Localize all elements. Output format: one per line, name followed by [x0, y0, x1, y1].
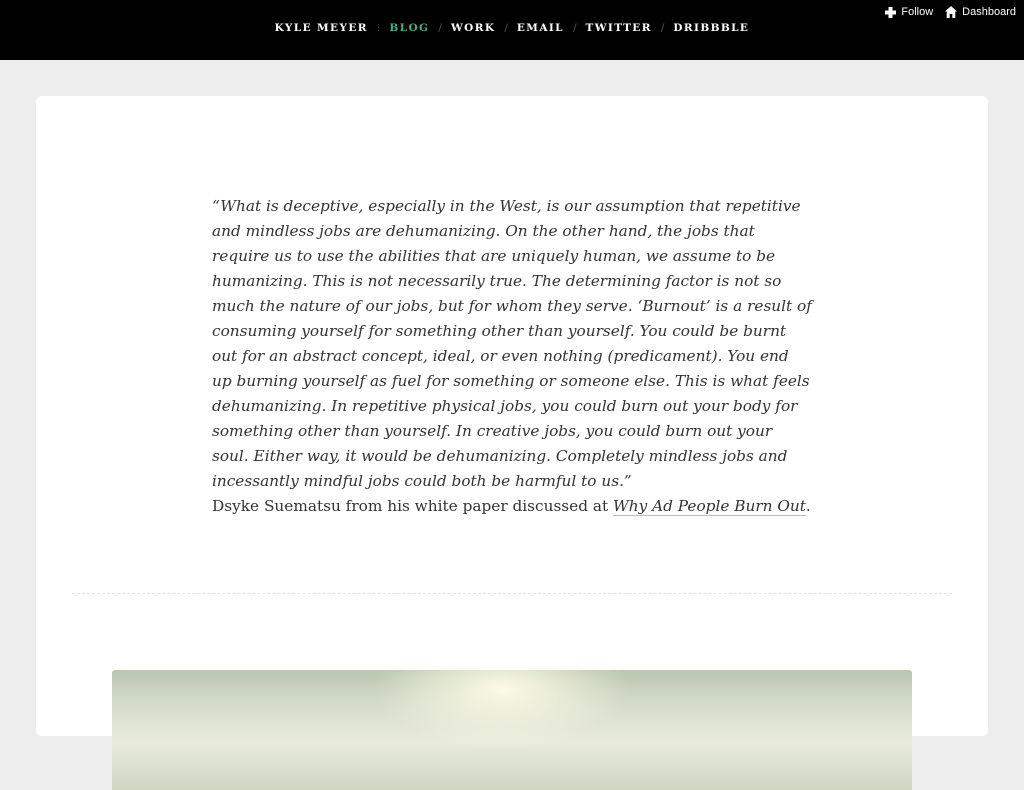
follow-label: Follow: [901, 6, 934, 18]
nav-separator: /: [572, 22, 577, 34]
nav-separator: /: [438, 22, 442, 34]
source-link[interactable]: Why Ad People Burn Out: [613, 497, 806, 516]
nav-separator: /: [504, 22, 508, 34]
photo-light: [372, 670, 632, 750]
source-suffix: .: [805, 497, 811, 515]
dashboard-label: Dashboard: [962, 6, 1016, 18]
top-bar: Kyle Meyer: Blog / Work / Email / Twitter / Dribb…: [0, 0, 1024, 60]
main-nav: Kyle Meyer: Blog / Work / Email / Twitter / Dribb…: [0, 22, 1024, 34]
nav-separator: /: [660, 22, 665, 34]
home-icon: [945, 6, 958, 18]
source-prefix: Dsyke Suematsu from his white paper disc…: [212, 497, 613, 515]
nav-separator: :: [376, 22, 381, 34]
nav-work-link[interactable]: Work: [451, 22, 495, 34]
tumblr-controls: Follow Dashboard: [885, 6, 1016, 18]
post-quote: “What is deceptive, especially in the We…: [212, 197, 812, 490]
nav-email-link[interactable]: Email: [517, 22, 564, 34]
nav-blog-link[interactable]: Blog: [389, 22, 429, 34]
nav-home-link[interactable]: Kyle Meyer: [275, 22, 368, 34]
post-card: “What is deceptive, especially in the We…: [36, 96, 988, 790]
dashboard-button[interactable]: Dashboard: [945, 6, 1016, 18]
post-divider: [72, 593, 952, 594]
nav-dribbble-link[interactable]: Dribbble: [673, 22, 749, 34]
post-photo[interactable]: [112, 670, 912, 790]
quote-source: Dsyke Suematsu from his white paper disc…: [212, 494, 832, 519]
plus-icon: [885, 6, 897, 18]
nav-twitter-link[interactable]: Twitter: [586, 22, 652, 34]
follow-button[interactable]: Follow: [885, 6, 933, 18]
